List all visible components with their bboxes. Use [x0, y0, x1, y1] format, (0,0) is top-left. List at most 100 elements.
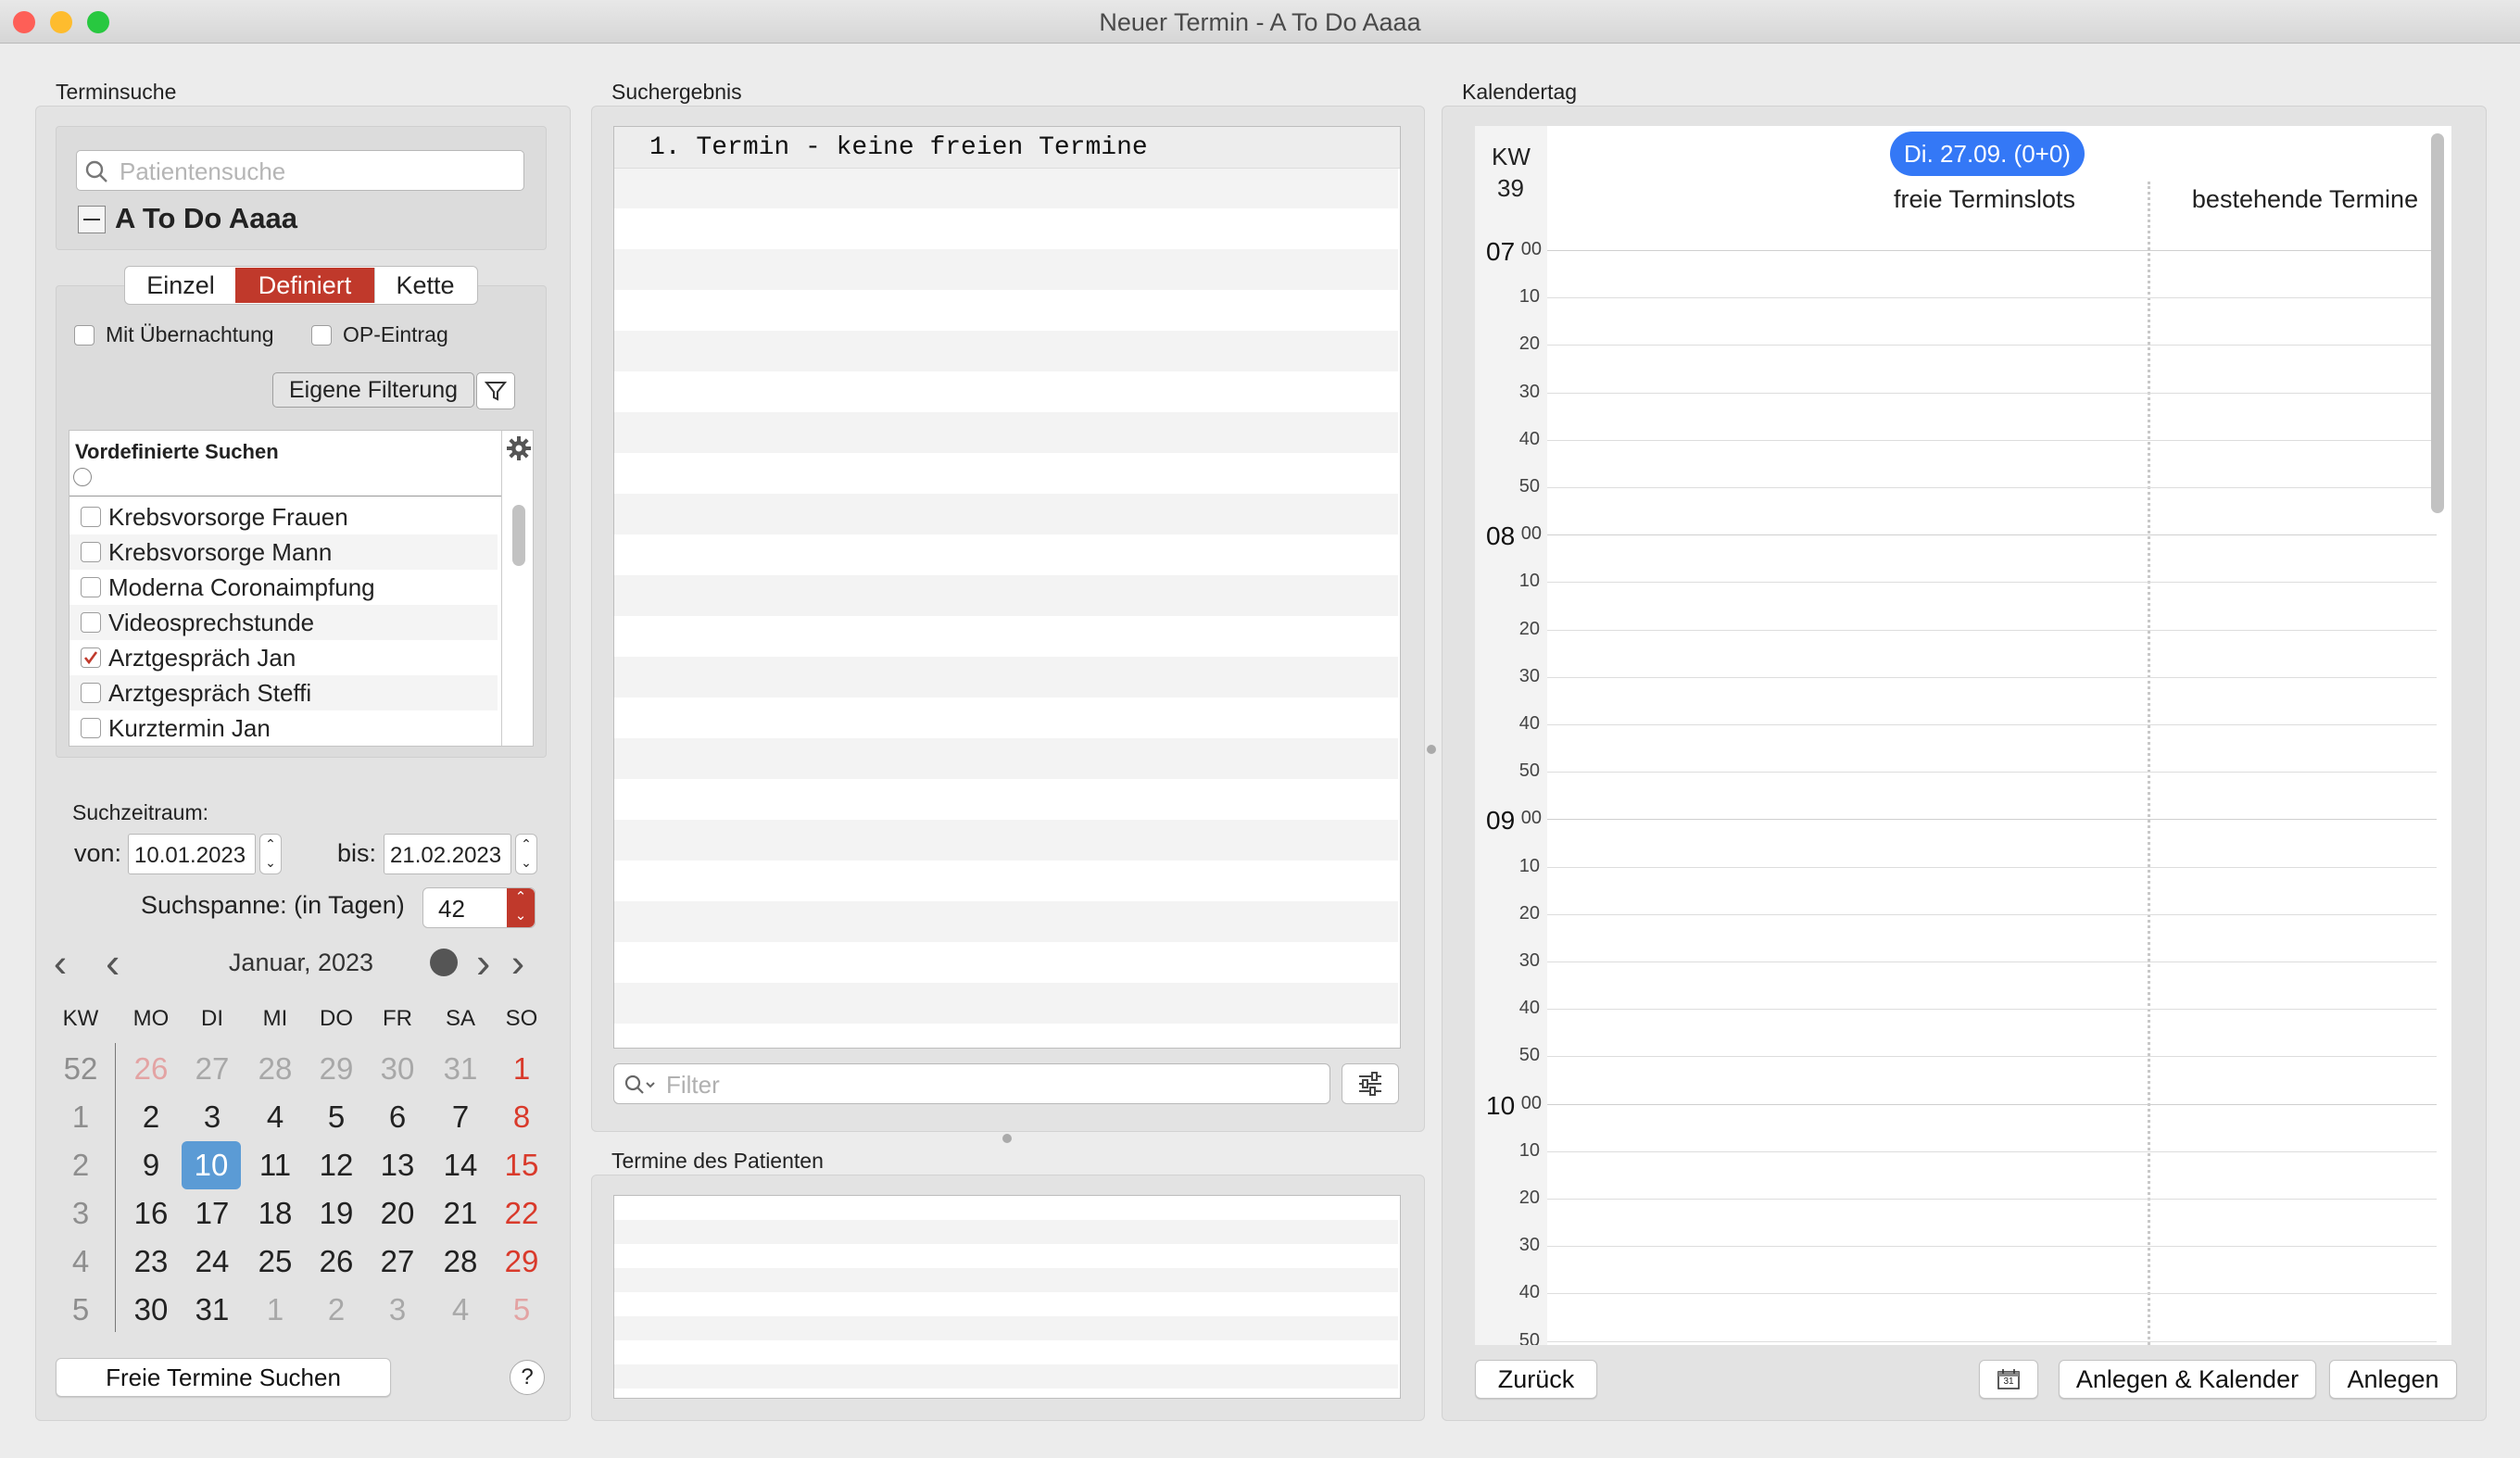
calendar-day[interactable]: 3 [182, 1093, 243, 1141]
help-button[interactable]: ? [510, 1360, 545, 1395]
empty-row [614, 1316, 1398, 1340]
calendar-day[interactable]: 1 [245, 1286, 306, 1334]
today-button[interactable] [430, 949, 458, 976]
calendar-day[interactable]: 26 [306, 1238, 367, 1286]
calendar-day[interactable]: 29 [306, 1045, 367, 1093]
calendar-day[interactable]: 31 [182, 1286, 243, 1334]
op-eintrag-checkbox[interactable] [311, 325, 332, 346]
checkbox[interactable] [81, 507, 101, 527]
calendar-day[interactable]: 13 [367, 1141, 428, 1189]
gear-icon[interactable] [505, 434, 533, 462]
calendar-day[interactable]: 30 [367, 1045, 428, 1093]
tab-definiert[interactable]: Definiert [235, 268, 374, 303]
calendar-day[interactable]: 26 [120, 1045, 182, 1093]
calendar-day[interactable]: 7 [430, 1093, 491, 1141]
calendar-day[interactable]: 4 [430, 1286, 491, 1334]
vertical-split-handle[interactable] [1427, 745, 1436, 754]
patient-search-input[interactable]: Patientensuche [76, 150, 524, 191]
split-handle[interactable] [1002, 1134, 1012, 1143]
weekday-header: KW [62, 1006, 99, 1031]
calendar-day[interactable]: 19 [306, 1189, 367, 1238]
time-gridline [1547, 439, 2437, 441]
calendar-day[interactable]: 17 [182, 1189, 243, 1238]
predefined-item[interactable]: Videosprechstunde [69, 605, 498, 640]
eigene-filterung-button[interactable]: Eigene Filterung [272, 372, 474, 408]
checkbox[interactable] [81, 718, 101, 738]
mit-uebernachtung-checkbox[interactable] [74, 325, 94, 346]
predefined-item[interactable]: Moderna Coronaimpfung [69, 570, 498, 605]
day-view-scrollbar[interactable] [2431, 133, 2444, 513]
calendar-view-button[interactable]: 31 [1979, 1360, 2038, 1399]
empty-row [614, 1196, 1398, 1220]
calendar-day[interactable]: 2 [120, 1093, 182, 1141]
calendar-day[interactable]: 6 [367, 1093, 428, 1141]
sliders-icon [1359, 1072, 1381, 1096]
von-date-stepper[interactable]: ⌃ ⌄ [259, 834, 282, 874]
calendar-day[interactable]: 31 [430, 1045, 491, 1093]
calendar-day[interactable]: 3 [367, 1286, 428, 1334]
calendar-day[interactable]: 9 [120, 1141, 182, 1189]
calendar-day[interactable]: 12 [306, 1141, 367, 1189]
calendar-day[interactable]: 2 [306, 1286, 367, 1334]
predefined-item[interactable]: Arztgespräch Jan [69, 640, 498, 675]
zurueck-button[interactable]: Zurück [1475, 1360, 1597, 1399]
mit-uebernachtung-label: Mit Übernachtung [106, 322, 274, 346]
next-month-icon[interactable]: › [476, 937, 490, 987]
tab-kette[interactable]: Kette [374, 268, 475, 303]
calendar-day[interactable]: 21 [430, 1189, 491, 1238]
checkbox[interactable] [81, 577, 101, 597]
calendar-day[interactable]: 4 [245, 1093, 306, 1141]
empty-row [614, 534, 1398, 575]
result-row[interactable]: 1. Termin - keine freien Termine [614, 127, 1400, 169]
select-all-radio[interactable] [73, 468, 92, 486]
filter-button[interactable] [476, 372, 515, 409]
predefined-item[interactable]: Krebsvorsorge Mann [69, 534, 498, 570]
predefined-item[interactable]: Krebsvorsorge Frauen [69, 499, 498, 534]
calendar-day[interactable]: 27 [182, 1045, 243, 1093]
predefined-item[interactable]: Arztgespräch Steffi [69, 675, 498, 710]
von-date-input[interactable]: 10.01.2023 [128, 834, 256, 874]
calendar-day[interactable]: 29 [491, 1238, 552, 1286]
calendar-day[interactable]: 11 [245, 1141, 306, 1189]
calendar-day[interactable]: 28 [245, 1045, 306, 1093]
predefined-scrollbar[interactable] [512, 505, 525, 566]
anlegen-kalender-button[interactable]: Anlegen & Kalender [2059, 1360, 2316, 1399]
calendar-day[interactable]: 27 [367, 1238, 428, 1286]
empty-row [614, 657, 1398, 698]
collapse-patient-button[interactable] [78, 206, 106, 233]
result-filter-input[interactable]: Filter [613, 1063, 1330, 1104]
calendar-day[interactable]: 22 [491, 1189, 552, 1238]
predefined-item[interactable]: Kurztermin Jan [69, 710, 498, 746]
calendar-day[interactable]: 5 [306, 1093, 367, 1141]
calendar-day[interactable]: 16 [120, 1189, 182, 1238]
empty-row [614, 412, 1398, 453]
empty-row [614, 208, 1398, 249]
calendar-day[interactable]: 30 [120, 1286, 182, 1334]
calendar-day[interactable]: 15 [491, 1141, 552, 1189]
patient-appointments-list [613, 1195, 1401, 1399]
tab-einzel[interactable]: Einzel [126, 268, 235, 303]
anlegen-button[interactable]: Anlegen [2329, 1360, 2457, 1399]
calendar-day[interactable]: 8 [491, 1093, 552, 1141]
previous-month-icon[interactable]: ‹ [106, 937, 120, 987]
checkbox[interactable] [81, 612, 101, 633]
date-badge[interactable]: Di. 27.09. (0+0) [1890, 132, 2085, 176]
calendar-day[interactable]: 23 [120, 1238, 182, 1286]
calendar-day[interactable]: 25 [245, 1238, 306, 1286]
calendar-day[interactable]: 14 [430, 1141, 491, 1189]
freie-termine-suchen-button[interactable]: Freie Termine Suchen [56, 1358, 391, 1397]
checked-checkbox[interactable] [81, 647, 101, 668]
calendar-day[interactable]: 24 [182, 1238, 243, 1286]
bis-date-stepper[interactable]: ⌃ ⌄ [515, 834, 537, 874]
calendar-day[interactable]: 5 [491, 1286, 552, 1334]
checkbox[interactable] [81, 683, 101, 703]
calendar-day[interactable]: 18 [245, 1189, 306, 1238]
filter-settings-button[interactable] [1342, 1063, 1399, 1104]
suchspanne-select[interactable]: 42 ⌃ ⌄ [422, 887, 536, 928]
selected-day[interactable]: 10 [182, 1141, 241, 1189]
calendar-day[interactable]: 20 [367, 1189, 428, 1238]
bis-date-input[interactable]: 21.02.2023 [384, 834, 511, 874]
checkbox[interactable] [81, 542, 101, 562]
calendar-day[interactable]: 1 [491, 1045, 552, 1093]
calendar-day[interactable]: 28 [430, 1238, 491, 1286]
